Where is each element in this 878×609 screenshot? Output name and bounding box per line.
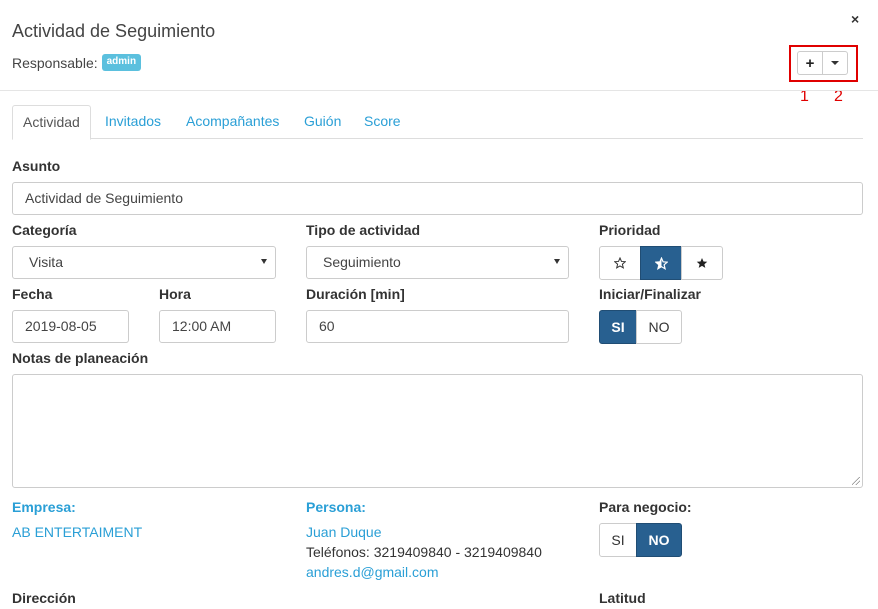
header-divider — [0, 90, 878, 91]
negocio-si-button[interactable]: SI — [599, 523, 637, 557]
prioridad-group — [599, 246, 723, 280]
persona-label: Persona: — [306, 499, 366, 515]
iniciar-si-button[interactable]: SI — [599, 310, 637, 344]
select-arrow-icon — [261, 259, 267, 264]
hora-input[interactable]: 12:00 AM — [159, 310, 276, 343]
dropdown-toggle-button[interactable] — [822, 51, 848, 75]
duracion-label: Duración [min] — [306, 286, 405, 302]
direccion-label: Dirección — [12, 590, 76, 606]
tipo-actividad-select[interactable]: Seguimiento — [306, 246, 569, 279]
tab-score[interactable]: Score — [364, 105, 401, 139]
responsable-row: Responsable: admin — [12, 54, 142, 71]
tipo-actividad-value: Seguimiento — [323, 254, 401, 270]
para-negocio-label: Para negocio: — [599, 499, 692, 515]
para-negocio-group: SI NO — [599, 523, 682, 557]
responsable-label: Responsable: — [12, 54, 98, 71]
prioridad-medium-button[interactable] — [640, 246, 682, 280]
notas-label: Notas de planeación — [12, 350, 149, 366]
persona-email-link[interactable]: andres.d@gmail.com — [306, 564, 439, 580]
close-icon[interactable]: × — [851, 11, 859, 27]
asunto-label: Asunto — [12, 158, 61, 174]
asunto-input[interactable]: Actividad de Seguimiento — [12, 182, 863, 215]
tab-bar: Actividad Invitados Acompañantes Guión S… — [12, 105, 863, 140]
responsable-badge[interactable]: admin — [101, 54, 142, 71]
select-arrow-icon — [554, 259, 560, 264]
duracion-input[interactable]: 60 — [306, 310, 569, 343]
empresa-label: Empresa: — [12, 499, 76, 515]
modal-title: Actividad de Seguimiento — [12, 21, 216, 41]
persona-telefonos: Teléfonos: 3219409840 - 3219409840 — [306, 544, 542, 560]
resize-handle-icon[interactable] — [852, 477, 860, 485]
fecha-input[interactable]: 2019-08-05 — [12, 310, 129, 343]
tab-actividad[interactable]: Actividad — [12, 105, 91, 140]
star-half-icon — [654, 256, 668, 270]
hora-label: Hora — [159, 286, 191, 302]
prioridad-low-button[interactable] — [599, 246, 641, 280]
notas-textarea[interactable] — [12, 374, 863, 488]
fecha-label: Fecha — [12, 286, 53, 302]
caret-down-icon — [831, 61, 839, 65]
plus-icon: + — [805, 54, 815, 72]
categoria-value: Visita — [29, 254, 63, 270]
iniciar-no-button[interactable]: NO — [636, 310, 682, 344]
star-full-icon — [696, 258, 708, 268]
persona-name-link[interactable]: Juan Duque — [306, 524, 382, 540]
tipo-actividad-label: Tipo de actividad — [306, 222, 421, 238]
star-empty-icon — [614, 257, 626, 269]
prioridad-label: Prioridad — [599, 222, 661, 238]
iniciar-finalizar-label: Iniciar/Finalizar — [599, 286, 701, 302]
tab-guion[interactable]: Guión — [304, 105, 341, 139]
categoria-select[interactable]: Visita — [12, 246, 276, 279]
prioridad-high-button[interactable] — [681, 246, 723, 280]
categoria-label: Categoría — [12, 222, 77, 238]
latitud-label: Latitud — [599, 590, 646, 606]
tab-invitados[interactable]: Invitados — [105, 105, 161, 139]
add-button[interactable]: + — [797, 51, 823, 75]
empresa-link[interactable]: AB ENTERTAIMENT — [12, 524, 142, 540]
negocio-no-button[interactable]: NO — [636, 523, 682, 557]
tab-acompanantes[interactable]: Acompañantes — [186, 105, 279, 139]
iniciar-finalizar-group: SI NO — [599, 310, 682, 344]
